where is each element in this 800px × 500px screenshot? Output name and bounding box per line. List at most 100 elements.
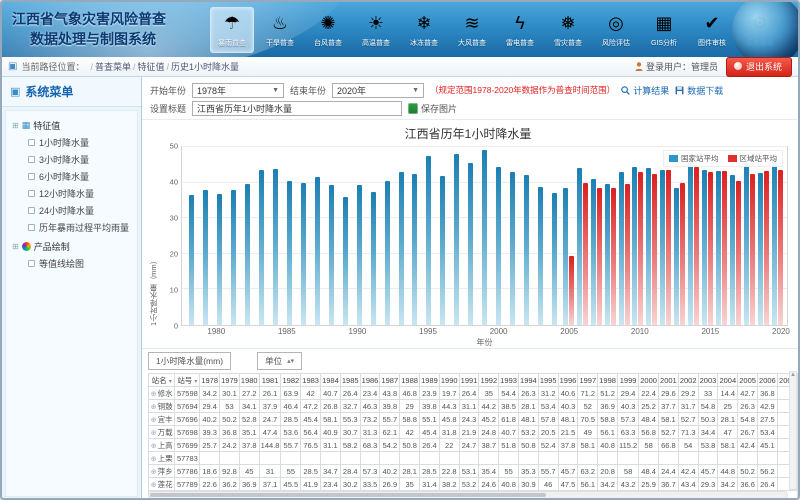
bar-national-2013[interactable] <box>674 188 679 325</box>
bar-national-2003[interactable] <box>538 187 543 325</box>
col-header-year-2005[interactable]: 2005 <box>738 374 758 387</box>
col-header-year-1981[interactable]: 1981 <box>259 374 281 387</box>
col-header-year-1982[interactable]: 1982 <box>281 374 301 387</box>
tree-item-0-4[interactable]: 24小时降水量 <box>10 202 133 219</box>
tree-item-0-0[interactable]: 1小时降水量 <box>10 134 133 151</box>
bar-national-2017[interactable] <box>730 175 735 325</box>
bar-national-1990[interactable] <box>357 185 362 325</box>
checkbox-icon[interactable] <box>28 224 35 231</box>
toolbar-item-freeze[interactable]: ❄冰冻普查 <box>402 7 446 53</box>
bar-national-1984[interactable] <box>273 169 278 325</box>
bar-national-2005[interactable] <box>563 188 568 325</box>
bar-regional-2014[interactable] <box>694 167 699 325</box>
station-name-cell[interactable]: ⊕万载 <box>149 426 175 439</box>
table-row-57783[interactable]: ⊕上栗57783 <box>149 452 798 465</box>
col-header-year-1987[interactable]: 1987 <box>380 374 400 387</box>
expand-row-icon[interactable]: ⊕ <box>151 430 157 437</box>
col-header-year-1988[interactable]: 1988 <box>400 374 420 387</box>
breadcrumb-item[interactable]: 普查菜单 <box>95 62 131 72</box>
bar-national-1979[interactable] <box>203 190 208 325</box>
data-download-button[interactable]: 数据下载 <box>675 84 723 97</box>
table-row-57694[interactable]: ⊕铜鼓5769429.45334.137.946.447.226.832.746… <box>149 400 798 413</box>
bar-regional-2009[interactable] <box>625 184 630 325</box>
table-row-57789[interactable]: ⊕莲花5778922.636.236.937.145.541.923.430.2… <box>149 478 798 491</box>
toolbar-item-risk[interactable]: ◎风险评估 <box>594 7 638 53</box>
tree-item-1-0[interactable]: 等值线绘图 <box>10 255 133 272</box>
toolbar-item-drought[interactable]: ♨干旱普查 <box>258 7 302 53</box>
toolbar-item-snow[interactable]: ❅雪灾普查 <box>546 7 590 53</box>
station-name-cell[interactable]: ⊕铜鼓 <box>149 400 175 413</box>
bar-national-1978[interactable] <box>189 195 194 325</box>
bar-national-1998[interactable] <box>468 163 473 325</box>
expand-icon[interactable]: ⊞ <box>12 242 19 251</box>
bar-national-2019[interactable] <box>758 173 763 325</box>
bar-national-1987[interactable] <box>315 177 320 325</box>
col-header-year-1978[interactable]: 1978 <box>200 374 220 387</box>
expand-row-icon[interactable]: ⊕ <box>151 482 157 489</box>
bar-national-2002[interactable] <box>524 175 529 325</box>
tree-item-0-1[interactable]: 3小时降水量 <box>10 151 133 168</box>
horizontal-scrollbar[interactable] <box>148 491 788 499</box>
expand-row-icon[interactable]: ⊕ <box>151 404 157 411</box>
station-name-cell[interactable]: ⊕萍乡 <box>149 465 175 478</box>
station-name-cell[interactable]: ⊕修水 <box>149 387 175 400</box>
station-name-cell[interactable]: ⊕上高 <box>149 439 175 452</box>
tree-parent-1[interactable]: ⊞产品绘制 <box>10 238 133 255</box>
bar-national-2016[interactable] <box>716 171 721 325</box>
scrollbar-thumb[interactable] <box>150 493 546 497</box>
expand-row-icon[interactable]: ⊕ <box>151 443 157 450</box>
col-header-year-1979[interactable]: 1979 <box>220 374 240 387</box>
sort-icon[interactable]: ▾ <box>169 379 172 385</box>
chart-title-input[interactable] <box>192 101 402 116</box>
bar-national-2000[interactable] <box>496 167 501 325</box>
bar-regional-2011[interactable] <box>652 174 657 325</box>
col-header-year-2000[interactable]: 2000 <box>639 374 659 387</box>
checkbox-icon[interactable] <box>28 139 35 146</box>
precip-type-filter[interactable]: 1小时降水量(mm) <box>148 352 231 370</box>
toolbar-item-typhoon[interactable]: ✺台风普查 <box>306 7 350 53</box>
col-header-year-1995[interactable]: 1995 <box>538 374 558 387</box>
bar-regional-2007[interactable] <box>597 188 602 325</box>
bar-national-1991[interactable] <box>371 192 376 325</box>
breadcrumb-item[interactable]: 特征值 <box>138 62 165 72</box>
bar-regional-2019[interactable] <box>764 171 769 325</box>
toolbar-item-gis[interactable]: ▦GIS分析 <box>642 7 686 53</box>
tree-item-0-5[interactable]: 历年暴雨过程平均雨量 <box>10 219 133 236</box>
bar-national-1995[interactable] <box>426 156 431 325</box>
bar-national-1980[interactable] <box>217 194 222 325</box>
col-header-year-1984[interactable]: 1984 <box>321 374 341 387</box>
checkbox-icon[interactable] <box>28 173 35 180</box>
sort-icon[interactable]: ▾ <box>194 379 197 385</box>
calc-result-button[interactable]: 计算结果 <box>621 84 669 97</box>
bar-national-2011[interactable] <box>646 168 651 325</box>
bar-regional-2017[interactable] <box>736 181 741 325</box>
bar-national-2004[interactable] <box>552 193 557 325</box>
toolbar-item-map-review[interactable]: ✔图件审核 <box>690 7 734 53</box>
col-header-year-1989[interactable]: 1989 <box>420 374 440 387</box>
tree-item-0-2[interactable]: 6小时降水量 <box>10 168 133 185</box>
checkbox-icon[interactable] <box>28 260 35 267</box>
save-image-button[interactable]: 保存图片 <box>408 102 457 115</box>
bar-national-2018[interactable] <box>744 163 749 325</box>
tree-item-0-3[interactable]: 12小时降水量 <box>10 185 133 202</box>
unit-filter[interactable]: 单位 ▴▾ <box>257 352 302 370</box>
col-header-year-2003[interactable]: 2003 <box>698 374 718 387</box>
col-header-year-1997[interactable]: 1997 <box>578 374 598 387</box>
bar-regional-2020[interactable] <box>778 170 783 325</box>
bar-national-2012[interactable] <box>660 170 665 325</box>
table-row-57696[interactable]: ⊕宜丰5769640.250.252.824.728.545.458.155.3… <box>149 413 798 426</box>
checkbox-icon[interactable] <box>28 207 35 214</box>
bar-regional-2016[interactable] <box>722 171 727 325</box>
bar-national-1999[interactable] <box>482 150 487 326</box>
checkbox-icon[interactable] <box>28 156 35 163</box>
col-header-year-1980[interactable]: 1980 <box>239 374 259 387</box>
bar-national-1983[interactable] <box>259 170 264 325</box>
bar-national-2015[interactable] <box>702 170 707 325</box>
breadcrumb-item[interactable]: 历史1小时降水量 <box>171 62 239 72</box>
station-name-cell[interactable]: ⊕宜丰 <box>149 413 175 426</box>
bar-national-1989[interactable] <box>343 197 348 325</box>
col-header-year-1992[interactable]: 1992 <box>479 374 499 387</box>
col-header-year-2002[interactable]: 2002 <box>678 374 698 387</box>
bar-national-1997[interactable] <box>454 154 459 325</box>
bar-regional-2015[interactable] <box>708 172 713 325</box>
